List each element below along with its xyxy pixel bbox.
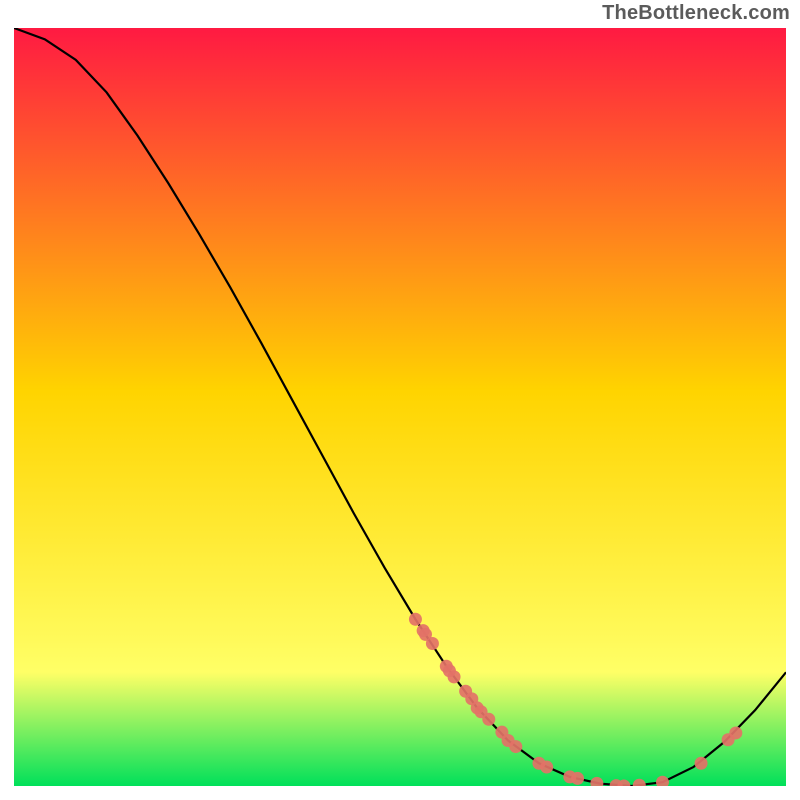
curve-marker — [540, 761, 553, 774]
curve-marker — [617, 780, 630, 793]
curve-marker — [482, 713, 495, 726]
chart-background — [14, 28, 786, 786]
curve-marker — [571, 772, 584, 785]
curve-marker — [633, 779, 646, 792]
curve-marker — [695, 757, 708, 770]
curve-marker — [656, 776, 669, 789]
curve-marker — [448, 670, 461, 683]
curve-marker — [590, 777, 603, 790]
chart-stage: TheBottleneck.com — [0, 0, 800, 800]
curve-marker — [426, 637, 439, 650]
curve-marker — [729, 726, 742, 739]
watermark-label: TheBottleneck.com — [602, 2, 790, 25]
chart-svg — [0, 0, 800, 800]
curve-marker — [509, 740, 522, 753]
curve-marker — [409, 613, 422, 626]
